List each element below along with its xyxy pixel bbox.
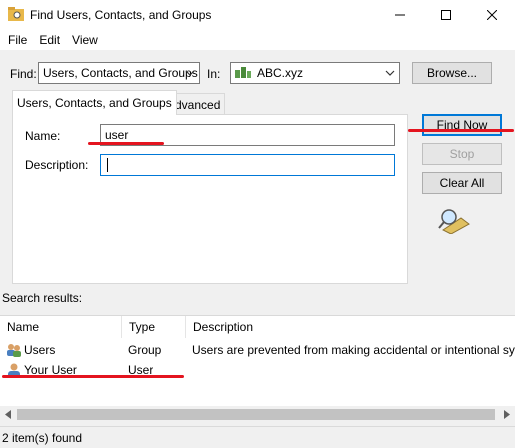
browse-button[interactable]: Browse... bbox=[412, 62, 492, 84]
annotation-underline-find-now bbox=[408, 129, 514, 132]
find-type-value: Users, Contacts, and Groups bbox=[43, 66, 198, 80]
domain-icon bbox=[235, 67, 251, 78]
description-label: Description: bbox=[25, 158, 89, 172]
menu-file[interactable]: File bbox=[2, 33, 33, 47]
chevron-down-icon bbox=[385, 70, 395, 76]
menu-edit[interactable]: Edit bbox=[33, 33, 66, 47]
close-button[interactable] bbox=[469, 0, 515, 30]
in-location-value: ABC.xyz bbox=[257, 66, 304, 80]
table-row[interactable]: Users Group Users are prevented from mak… bbox=[0, 340, 515, 360]
column-header-description[interactable]: Description bbox=[186, 316, 515, 338]
scrollbar-thumb[interactable] bbox=[17, 409, 495, 420]
text-caret bbox=[107, 158, 108, 172]
status-text: 2 item(s) found bbox=[2, 430, 83, 445]
in-label: In: bbox=[207, 67, 221, 81]
stop-button[interactable]: Stop bbox=[422, 143, 502, 165]
minimize-button[interactable] bbox=[377, 0, 423, 30]
title-bar: Find Users, Contacts, and Groups bbox=[0, 0, 515, 30]
maximize-button[interactable] bbox=[423, 0, 469, 30]
find-label: Find: bbox=[10, 67, 37, 81]
menu-view[interactable]: View bbox=[66, 33, 104, 47]
close-icon bbox=[487, 10, 497, 20]
menu-bar: File Edit View bbox=[0, 30, 515, 50]
result-name: Users bbox=[24, 343, 56, 357]
name-input-value: user bbox=[105, 128, 129, 142]
folder-search-icon bbox=[8, 7, 24, 21]
in-location-dropdown[interactable]: ABC.xyz bbox=[230, 62, 400, 84]
minimize-icon bbox=[395, 14, 405, 16]
tab-users-contacts-groups[interactable]: Users, Contacts, and Groups bbox=[12, 90, 177, 115]
group-icon bbox=[7, 344, 21, 357]
description-input[interactable] bbox=[100, 154, 395, 176]
find-now-button[interactable]: Find Now bbox=[422, 114, 502, 136]
column-header-type[interactable]: Type bbox=[122, 316, 186, 338]
scroll-right-icon[interactable] bbox=[503, 410, 511, 419]
window-title: Find Users, Contacts, and Groups bbox=[30, 8, 212, 22]
find-type-dropdown[interactable]: Users, Contacts, and Groups bbox=[38, 62, 200, 84]
result-type: Group bbox=[128, 343, 162, 357]
search-results-label: Search results: bbox=[2, 291, 83, 305]
scroll-left-icon[interactable] bbox=[4, 410, 12, 419]
result-description: Users are prevented from making accident… bbox=[192, 343, 515, 357]
column-header-name[interactable]: Name bbox=[0, 316, 122, 338]
chevron-down-icon bbox=[185, 70, 195, 76]
annotation-underline-result bbox=[2, 375, 184, 378]
name-label: Name: bbox=[25, 129, 61, 143]
maximize-icon bbox=[441, 10, 451, 20]
status-bar: 2 item(s) found bbox=[0, 426, 515, 448]
clear-all-button[interactable]: Clear All bbox=[422, 172, 502, 194]
horizontal-scrollbar[interactable] bbox=[0, 406, 515, 423]
annotation-underline-name bbox=[88, 142, 164, 145]
search-animation-icon bbox=[438, 209, 470, 234]
